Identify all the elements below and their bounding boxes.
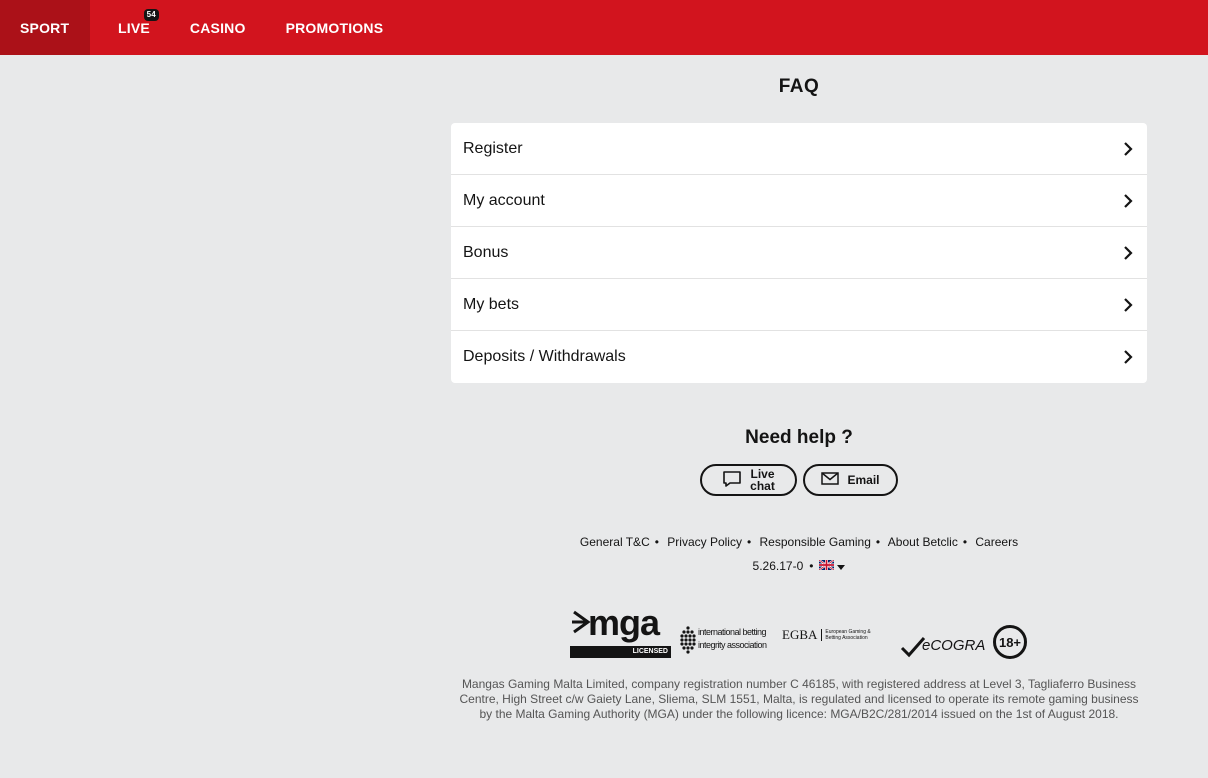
regulator-logos: mga LICENSED international betting integ… — [570, 602, 1030, 660]
separator-dot: • — [654, 535, 659, 549]
chevron-right-icon — [1121, 193, 1135, 208]
email-button[interactable]: Email — [803, 464, 898, 496]
separator-dot: • — [746, 535, 752, 549]
version-row: 5.26.17-0 • — [451, 559, 1147, 573]
age-18-plus-icon: 18+ — [993, 625, 1027, 659]
nav-promotions[interactable]: PROMOTIONS — [266, 0, 404, 55]
ibia-logo-text: international betting integrity associat… — [698, 626, 767, 652]
language-selector[interactable] — [818, 559, 846, 573]
ecogra-logo: eCOGRA — [900, 632, 990, 660]
chevron-right-icon — [1121, 297, 1135, 312]
footer-link-about[interactable]: About Betclic — [888, 535, 958, 549]
egba-logo: EGBA European Gaming & Betting Associati… — [782, 626, 882, 644]
footer-link-privacy-policy[interactable]: Privacy Policy — [667, 535, 742, 549]
nav-casino-label: CASINO — [189, 19, 246, 36]
faq-item-label: Register — [463, 139, 523, 157]
faq-item-label: Bonus — [463, 243, 509, 261]
chevron-right-icon — [1121, 245, 1135, 260]
faq-item-my-bets[interactable]: My bets — [451, 279, 1147, 331]
footer-links: General T&C • Privacy Policy • Responsible… — [451, 535, 1147, 549]
live-chat-line2: chat — [750, 479, 775, 493]
faq-item-my-account[interactable]: My account — [451, 175, 1147, 227]
envelope-icon — [821, 472, 840, 488]
caret-down-icon — [837, 559, 846, 573]
footer-link-responsible-gaming[interactable]: Responsible Gaming — [760, 535, 871, 549]
nav-sport[interactable]: SPORT — [0, 0, 90, 55]
live-count-badge: 54 — [143, 9, 159, 21]
separator-dot: • — [962, 535, 968, 549]
age-label: 18+ — [998, 634, 1022, 650]
legal-notice: Mangas Gaming Malta Limited, company reg… — [459, 677, 1139, 721]
nav-live[interactable]: LIVE 54 — [90, 0, 170, 55]
top-navigation: SPORT LIVE 54 CASINO PROMOTIONS — [0, 0, 1208, 55]
footer-link-careers[interactable]: Careers — [975, 535, 1018, 549]
faq-list: Register My account Bonus My bets Deposi… — [451, 123, 1147, 383]
chevron-right-icon — [1121, 350, 1135, 364]
faq-item-label: Deposits / Withdrawals — [463, 348, 626, 365]
chat-bubble-icon — [722, 470, 742, 491]
mga-licensed-bar: LICENSED — [570, 646, 671, 658]
separator-dot: • — [809, 559, 814, 573]
email-label: Email — [847, 473, 880, 487]
live-chat-button[interactable]: Live chat — [700, 464, 797, 496]
ecogra-logo-text: eCOGRA — [922, 637, 986, 654]
faq-item-register[interactable]: Register — [451, 123, 1147, 175]
mga-logo-text: mga — [588, 602, 660, 643]
ibia-logo: international betting integrity associat… — [680, 624, 770, 658]
nav-casino[interactable]: CASINO — [170, 0, 266, 55]
faq-item-label: My account — [463, 191, 545, 209]
ibia-line1: international betting — [698, 627, 767, 637]
faq-item-deposits-withdrawals[interactable]: Deposits / Withdrawals — [451, 331, 1147, 383]
help-buttons: Live chat Email — [700, 464, 898, 496]
ibia-line2: integrity association — [698, 640, 767, 650]
egba-logo-text: EGBA — [782, 627, 818, 642]
nav-sport-label: SPORT — [20, 19, 70, 36]
mga-logo: mga LICENSED — [570, 602, 671, 658]
app-version: 5.26.17-0 — [752, 559, 804, 573]
faq-item-label: My bets — [463, 295, 520, 313]
live-chat-label: Live chat — [750, 468, 775, 492]
egba-logo-subtext: European Gaming & Betting Association — [821, 629, 882, 641]
uk-flag-icon — [818, 559, 836, 573]
nav-live-label: LIVE — [118, 19, 150, 36]
faq-item-bonus[interactable]: Bonus — [451, 227, 1147, 279]
faq-title: FAQ — [778, 76, 820, 97]
footer-link-general-tc[interactable]: General T&C — [580, 535, 650, 549]
separator-dot: • — [875, 535, 881, 549]
chevron-right-icon — [1121, 141, 1135, 156]
nav-promotions-label: PROMOTIONS — [285, 19, 384, 36]
need-help-title: Need help ? — [745, 427, 853, 448]
